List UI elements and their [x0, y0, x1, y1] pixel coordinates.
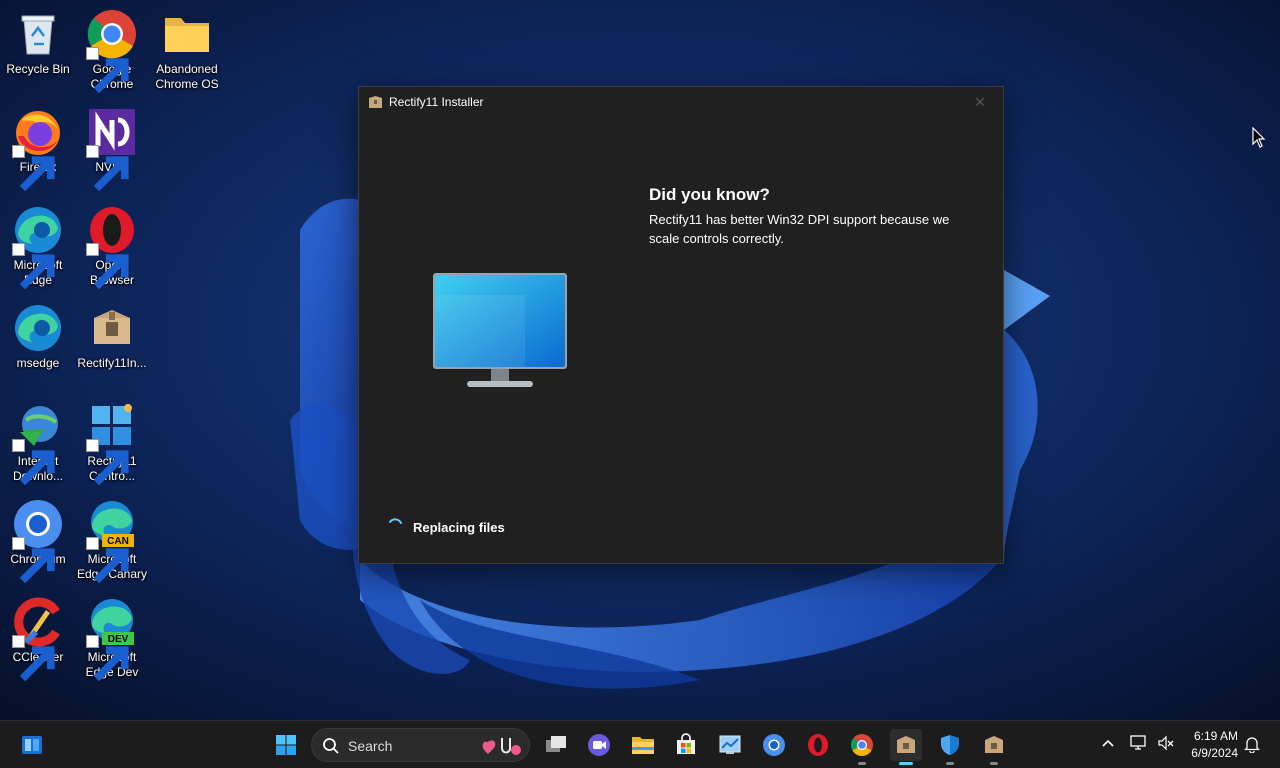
installer-icon [897, 736, 915, 753]
shortcut-arrow-icon [12, 145, 55, 192]
shortcut-arrow-icon [86, 537, 129, 584]
desktop-icon-firefox[interactable]: Firefox [0, 102, 76, 192]
task-view-button[interactable] [540, 729, 572, 761]
desktop-icon-nvda[interactable]: NVDA [74, 102, 150, 192]
store-icon [677, 733, 695, 754]
shortcut-arrow-icon [86, 47, 129, 94]
running-indicator [858, 762, 866, 765]
window-title: Rectify11 Installer [389, 95, 484, 109]
desktop-icon-label: msedge [16, 356, 60, 370]
search-highlight-icon [482, 738, 521, 755]
taskbar-windows-security[interactable] [934, 729, 966, 765]
progress-spinner-icon [389, 518, 402, 524]
desktop-icon-msedge[interactable]: msedge [0, 298, 76, 371]
chevron-up-icon[interactable] [1098, 733, 1118, 753]
shortcut-arrow-icon [86, 243, 129, 290]
network-icon[interactable] [1130, 734, 1148, 752]
shortcut-arrow-icon [86, 145, 129, 192]
taskbar-meet-button[interactable] [583, 729, 615, 761]
taskbar-rectify11-package[interactable] [978, 729, 1010, 765]
desktop-icon-rectify11-installer[interactable]: Rectify11In... [74, 298, 150, 371]
shortcut-arrow-icon [12, 243, 55, 290]
desktop-icon-internet-download-manager[interactable]: Internet Downlo... [0, 396, 76, 486]
opera-icon [808, 734, 828, 756]
desktop-icon-abandoned-chrome-os[interactable]: Abandoned Chrome OS [149, 4, 225, 92]
clock-date[interactable]: 6/9/2024 [1180, 746, 1238, 760]
desktop-icon-microsoft-edge-dev[interactable]: DEV Microsoft Edge Dev [74, 592, 150, 682]
shortcut-arrow-icon [12, 537, 55, 584]
shortcut-arrow-icon [86, 439, 129, 486]
start-button[interactable] [270, 729, 302, 761]
taskbar-chromium[interactable] [758, 729, 790, 761]
package-icon [985, 736, 1003, 753]
status-text: Replacing files [413, 520, 505, 535]
taskbar-chrome[interactable] [846, 729, 878, 765]
package-icon [369, 96, 382, 108]
desktop-icon-ccleaner[interactable]: CCleaner [0, 592, 76, 682]
desktop-icon-chromium[interactable]: Chromium [0, 494, 76, 584]
search-icon [323, 738, 339, 754]
taskbar-search-box[interactable]: Search [311, 728, 530, 762]
shortcut-arrow-icon [12, 635, 55, 682]
taskbar-file-explorer[interactable] [627, 729, 659, 761]
taskbar-control-panel[interactable] [714, 729, 746, 761]
desktop-icon-label: Abandoned Chrome OS [155, 62, 219, 91]
running-indicator [946, 762, 954, 765]
notification-bell-icon[interactable] [1244, 735, 1260, 753]
search-label: Search [348, 738, 393, 754]
desktop-icon-microsoft-edge[interactable]: Microsoft Edge [0, 200, 76, 290]
desktop-icon-google-chrome[interactable]: Google Chrome [74, 4, 150, 94]
desktop-icon-label: Rectify11In... [77, 356, 147, 370]
folder-icon [165, 18, 209, 52]
taskbar-opera[interactable] [802, 729, 834, 761]
widgets-icon [22, 736, 42, 754]
control-panel-icon [719, 735, 741, 754]
monitor-icon [433, 273, 567, 387]
desktop-icon-label: Recycle Bin [6, 62, 70, 76]
shortcut-arrow-icon [12, 439, 55, 486]
installer-window[interactable]: Rectify11 Installer ✕ Did you know? Rect… [358, 86, 1004, 564]
package-icon [94, 310, 130, 344]
chrome-icon [851, 734, 873, 756]
defender-icon [941, 735, 959, 755]
taskbar: Search 6:19 AM 6/9/2024 [0, 720, 1280, 768]
volume-muted-icon[interactable] [1157, 734, 1175, 752]
shortcut-arrow-icon [86, 635, 129, 682]
edge-icon [15, 305, 61, 351]
desktop-icon-recycle-bin[interactable]: Recycle Bin [0, 4, 76, 77]
task-view-icon [546, 736, 566, 752]
desktop-icon-microsoft-edge-canary[interactable]: CAN Microsoft Edge Canary [74, 494, 150, 584]
widgets-button[interactable] [16, 729, 48, 761]
taskbar-rectify11-installer[interactable] [890, 729, 922, 765]
start-icon [276, 735, 296, 755]
tip-heading: Did you know? [649, 185, 770, 204]
desktop-icon-rectify11-control-center[interactable]: Rectify11 Contro... [74, 396, 150, 486]
desktop-icon-opera-browser[interactable]: Opera Browser [74, 200, 150, 290]
running-indicator [990, 762, 998, 765]
taskbar-microsoft-store[interactable] [670, 729, 702, 761]
running-indicator [899, 762, 913, 765]
close-button[interactable]: ✕ [957, 87, 1003, 117]
clock-time[interactable]: 6:19 AM [1180, 729, 1238, 743]
tip-body: Rectify11 has better Win32 DPI support b… [649, 212, 950, 246]
recycle-bin-icon [21, 15, 55, 55]
file-explorer-icon [632, 737, 654, 754]
mouse-cursor-icon [1252, 127, 1266, 148]
chromium-icon [763, 734, 785, 756]
title-bar[interactable]: Rectify11 Installer ✕ [359, 87, 1003, 117]
meet-icon [588, 734, 610, 756]
